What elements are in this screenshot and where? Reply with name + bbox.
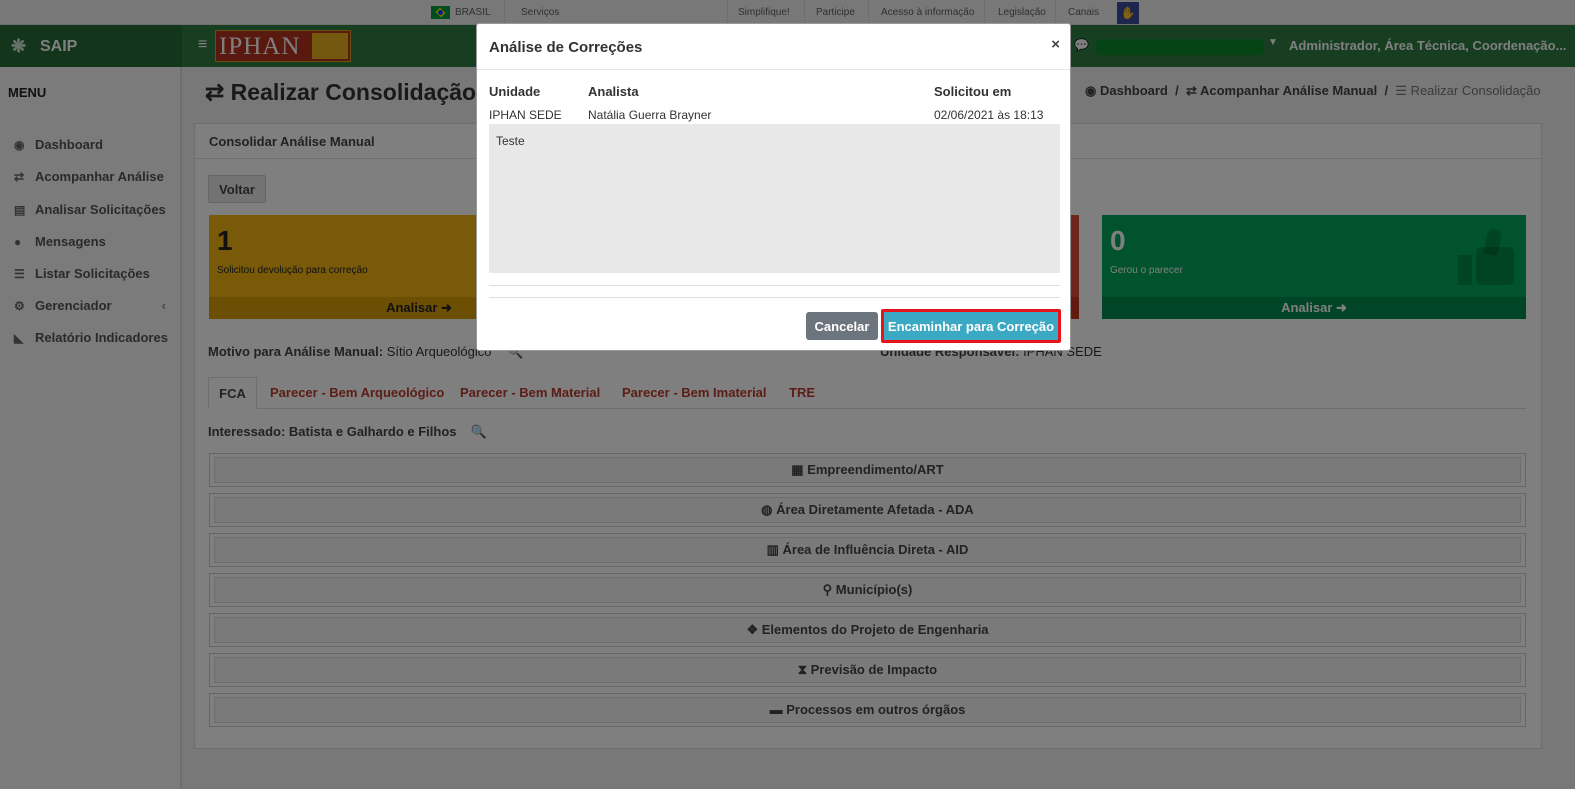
modal-title: Análise de Correções — [489, 39, 643, 56]
forward-to-correction-button[interactable]: Encaminhar para Correção — [881, 309, 1061, 343]
close-icon[interactable]: × — [1051, 36, 1060, 53]
column-header-analista: Analista — [588, 84, 639, 99]
column-header-unidade: Unidade — [489, 84, 541, 99]
divider — [489, 285, 1060, 286]
cell-analista: Natália Guerra Brayner — [588, 108, 712, 122]
cell-unidade: IPHAN SEDE — [489, 108, 562, 122]
correction-analysis-modal: Análise de Correções × Unidade Analista … — [476, 23, 1071, 351]
cell-solicitou: 02/06/2021 às 18:13 — [934, 108, 1044, 122]
column-header-solicitou: Solicitou em — [934, 84, 1012, 99]
divider — [489, 297, 1060, 298]
correction-note: Teste — [489, 124, 1060, 273]
divider — [477, 69, 1070, 70]
cancel-button[interactable]: Cancelar — [806, 312, 878, 340]
